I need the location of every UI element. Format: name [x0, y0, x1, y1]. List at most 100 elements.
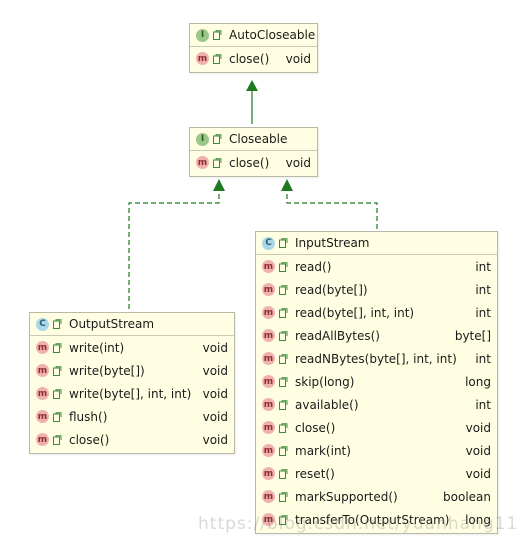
public-visibility-icon [279, 307, 288, 318]
method-icon: m [262, 467, 275, 480]
method-row[interactable]: m write(int) void [30, 336, 234, 359]
public-visibility-icon [279, 422, 288, 433]
method-icon: m [262, 398, 275, 411]
watermark: https://blog.csdn.net/yuanhang1192 [198, 514, 517, 534]
method-row[interactable]: m readNBytes(byte[], int, int) int [256, 347, 497, 370]
method-name: markSupported() [295, 489, 398, 504]
class-icon: C [36, 317, 49, 331]
method-row[interactable]: m flush() void [30, 405, 234, 428]
public-visibility-icon [279, 445, 288, 456]
class-name: OutputStream [69, 317, 155, 331]
public-visibility-icon [53, 342, 62, 353]
edge-outputstream-implements-closeable [128, 191, 220, 309]
class-header: C OutputStream [30, 313, 234, 336]
method-return-type: void [202, 340, 228, 355]
method-return-type: boolean [443, 489, 491, 504]
public-visibility-icon [213, 53, 222, 64]
method-name: skip(long) [295, 374, 355, 389]
public-visibility-icon [53, 365, 62, 376]
method-row[interactable]: m close() void [30, 428, 234, 451]
method-row[interactable]: m close() void [190, 151, 317, 174]
method-row[interactable]: m read() int [256, 255, 497, 278]
method-return-type: int [475, 351, 491, 366]
public-visibility-icon [279, 353, 288, 364]
method-icon: m [262, 329, 275, 342]
method-name: read(byte[], int, int) [295, 305, 415, 320]
method-icon: m [262, 260, 275, 273]
public-visibility-icon [279, 376, 288, 387]
method-icon: m [262, 306, 275, 319]
method-name: readAllBytes() [295, 328, 380, 343]
method-icon: m [36, 341, 49, 354]
method-icon: m [196, 52, 209, 65]
method-return-type: void [202, 386, 228, 401]
class-closeable[interactable]: I Closeable m close() void [189, 127, 318, 177]
class-header: I AutoCloseable [190, 24, 317, 47]
class-outputstream[interactable]: C OutputStream m write(int) void m write(by… [29, 312, 235, 454]
public-visibility-icon [213, 30, 222, 40]
method-return-type: void [202, 363, 228, 378]
method-name: reset() [295, 466, 335, 481]
method-return-type: void [285, 51, 311, 66]
method-return-type: long [465, 374, 491, 389]
method-return-type: void [202, 432, 228, 447]
class-header: I Closeable [190, 128, 317, 151]
class-header: C InputStream [256, 232, 497, 255]
method-return-type: int [475, 259, 491, 274]
method-row[interactable]: m available() int [256, 393, 497, 416]
method-row[interactable]: m read(byte[], int, int) int [256, 301, 497, 324]
interface-icon: I [196, 132, 209, 146]
method-row[interactable]: m reset() void [256, 462, 497, 485]
method-return-type: void [285, 155, 311, 170]
method-icon: m [262, 375, 275, 388]
public-visibility-icon [213, 157, 222, 168]
method-row[interactable]: m mark(int) void [256, 439, 497, 462]
method-name: close() [69, 432, 110, 447]
class-name: InputStream [295, 236, 370, 250]
public-visibility-icon [53, 434, 62, 445]
class-inputstream[interactable]: C InputStream m read() int m read(byte[]) in… [255, 231, 498, 534]
public-visibility-icon [53, 319, 62, 329]
method-row[interactable]: m close() void [256, 416, 497, 439]
public-visibility-icon [279, 261, 288, 272]
method-row[interactable]: m skip(long) long [256, 370, 497, 393]
public-visibility-icon [53, 411, 62, 422]
public-visibility-icon [53, 388, 62, 399]
method-icon: m [36, 410, 49, 423]
method-name: read() [295, 259, 332, 274]
public-visibility-icon [279, 330, 288, 341]
method-name: write(byte[], int, int) [69, 386, 192, 401]
method-icon: m [36, 387, 49, 400]
public-visibility-icon [213, 134, 222, 144]
method-return-type: int [475, 397, 491, 412]
method-row[interactable]: m write(byte[]) void [30, 359, 234, 382]
method-icon: m [262, 444, 275, 457]
class-autocloseable[interactable]: I AutoCloseable m close() void [189, 23, 318, 73]
method-name: available() [295, 397, 359, 412]
public-visibility-icon [279, 399, 288, 410]
method-name: readNBytes(byte[], int, int) [295, 351, 457, 366]
public-visibility-icon [279, 491, 288, 502]
method-icon: m [36, 364, 49, 377]
method-return-type: void [202, 409, 228, 424]
method-icon: m [262, 352, 275, 365]
method-icon: m [262, 283, 275, 296]
class-name: Closeable [229, 132, 288, 146]
public-visibility-icon [279, 468, 288, 479]
method-row[interactable]: m read(byte[]) int [256, 278, 497, 301]
method-row[interactable]: m write(byte[], int, int) void [30, 382, 234, 405]
method-return-type: int [475, 282, 491, 297]
method-icon: m [36, 433, 49, 446]
method-name: flush() [69, 409, 108, 424]
class-name: AutoCloseable [229, 28, 316, 42]
method-icon: m [262, 421, 275, 434]
interface-icon: I [196, 28, 209, 42]
method-name: mark(int) [295, 443, 351, 458]
method-icon: m [196, 156, 209, 169]
method-name: close() [295, 420, 336, 435]
method-return-type: byte[] [454, 328, 491, 343]
method-row[interactable]: m close() void [190, 47, 317, 70]
method-row[interactable]: m readAllBytes() byte[] [256, 324, 497, 347]
arrowhead-closeable-left [213, 179, 225, 191]
method-row[interactable]: m markSupported() boolean [256, 485, 497, 508]
